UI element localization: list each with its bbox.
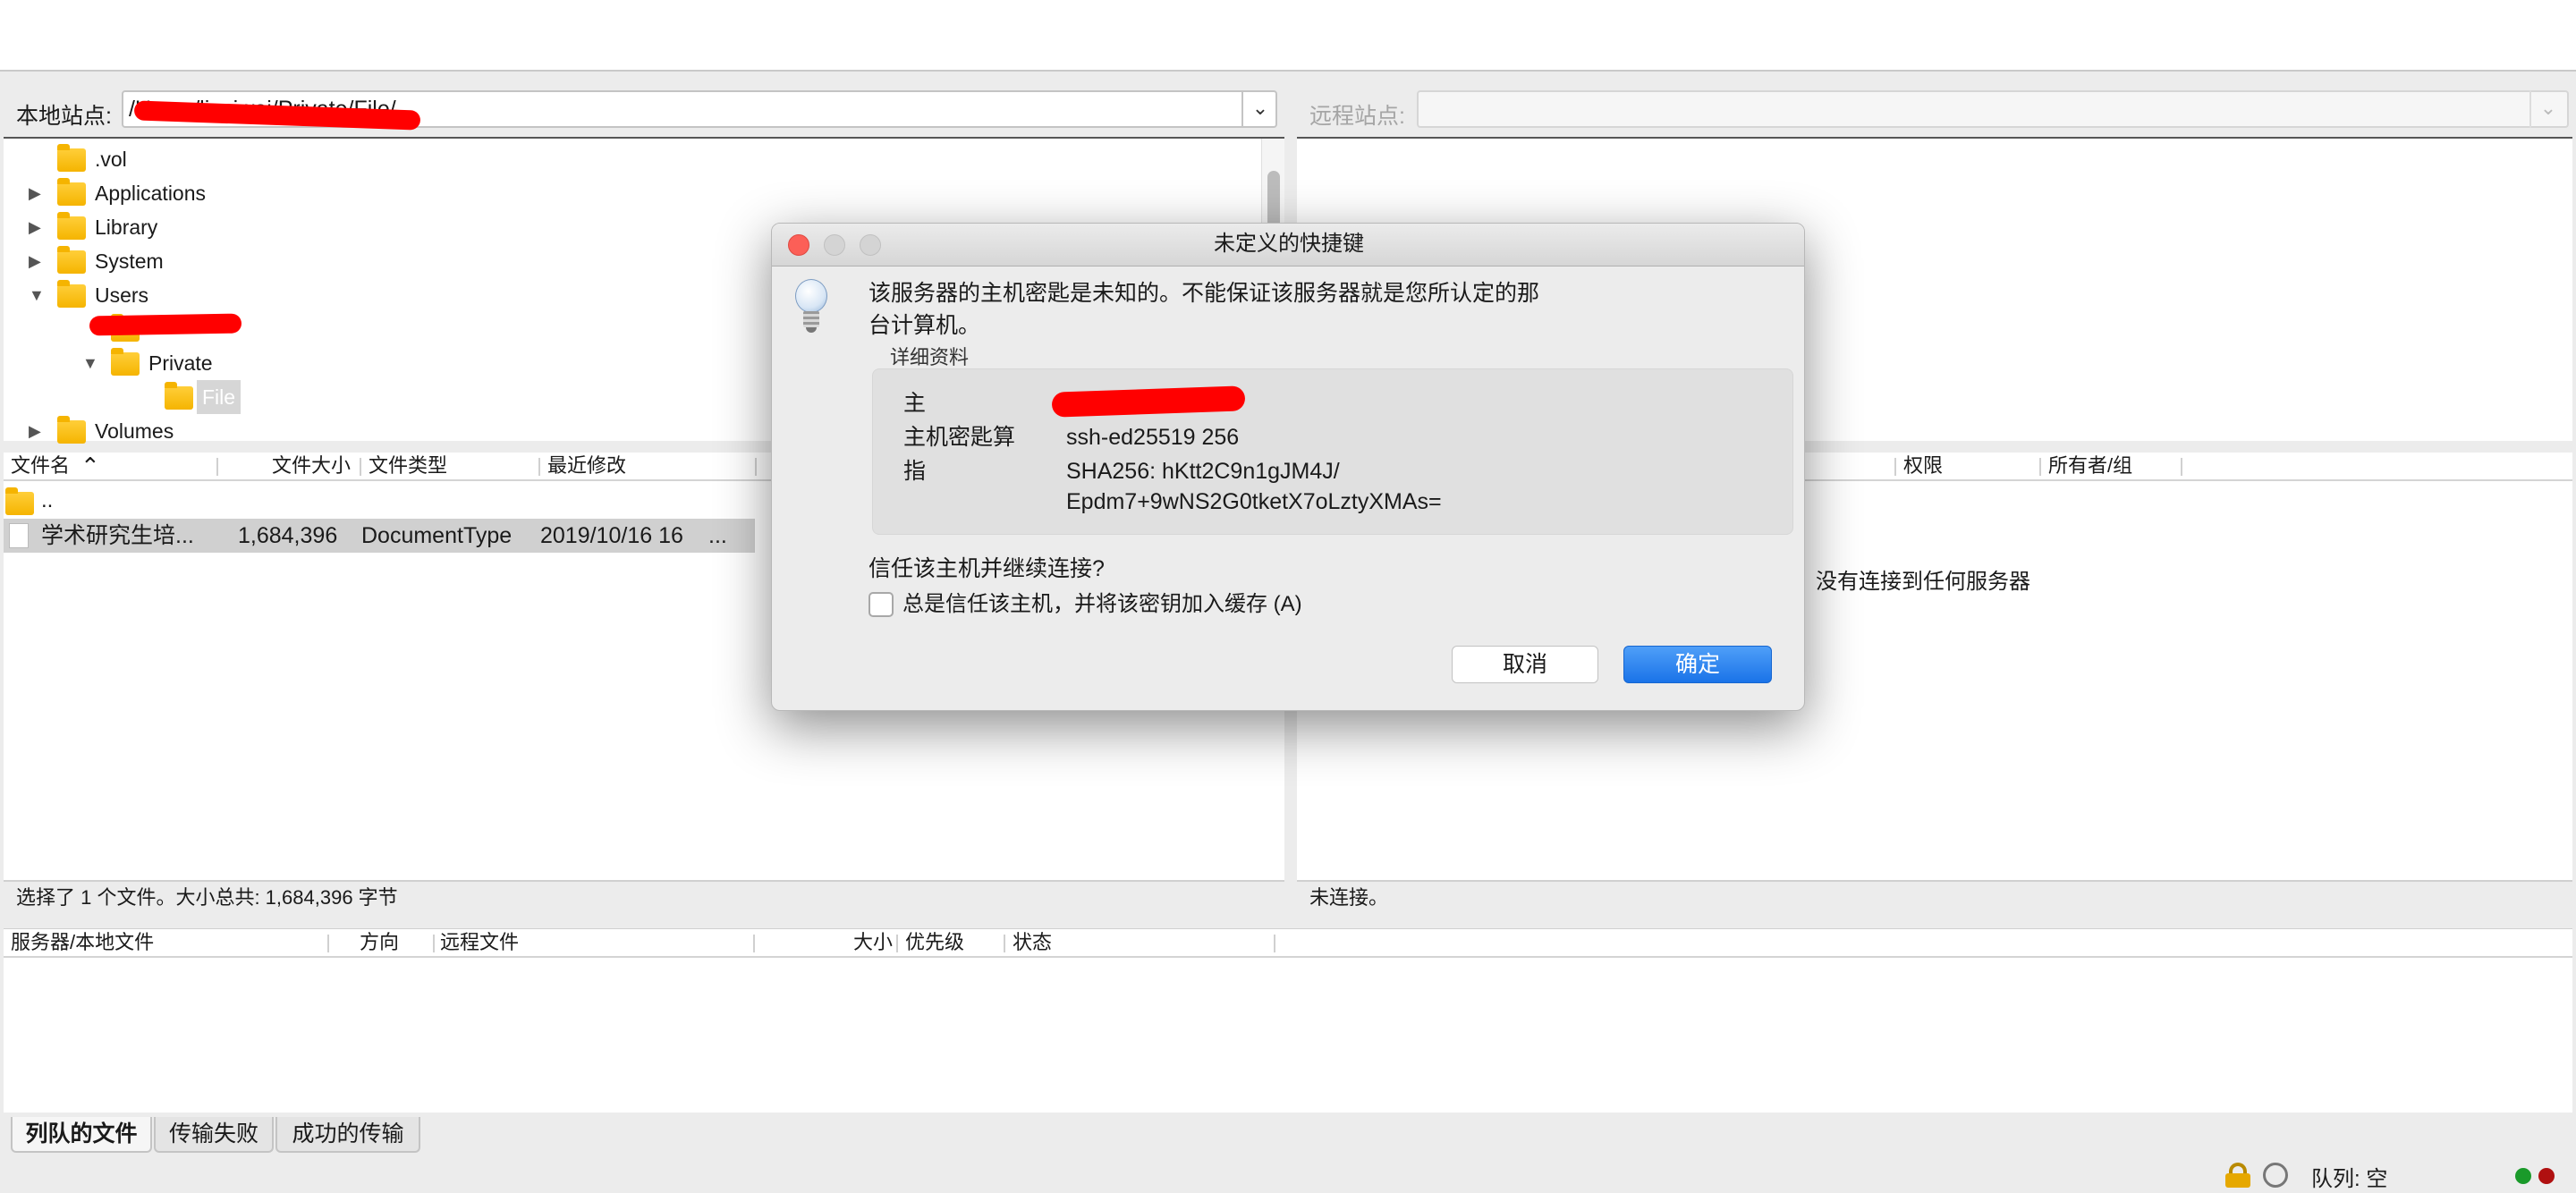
- folder-icon: [57, 280, 86, 308]
- trust-question: 信任该主机并继续连接?: [869, 556, 1105, 581]
- detail-key: 指: [903, 459, 927, 484]
- folder-icon: [57, 178, 86, 206]
- speed-limit-icon[interactable]: [2263, 1163, 2288, 1188]
- file-name: 学术研究生培...: [41, 523, 194, 548]
- local-site-label: 本地站点:: [16, 104, 112, 129]
- local-status-bar: 选择了 1 个文件。大小总共: 1,684,396 字节: [4, 880, 1284, 914]
- tree-item-label: Users: [95, 283, 149, 307]
- tab-failed-transfers[interactable]: 传输失败: [154, 1117, 274, 1153]
- file-extra: ...: [708, 523, 727, 548]
- remote-status-bar: 未连接。: [1297, 880, 2572, 914]
- redaction-mark: [1051, 385, 1246, 418]
- transfer-queue[interactable]: 服务器/本地文件 方向 远程文件 大小 优先级 状态: [4, 928, 2572, 1113]
- document-icon: [9, 523, 29, 548]
- file-size: 1,684,396: [238, 523, 338, 548]
- local-path-dropdown[interactable]: ⌄: [1241, 90, 1277, 128]
- detail-key: 主: [903, 391, 927, 416]
- column-header-status[interactable]: 状态: [1013, 929, 1052, 956]
- tree-item[interactable]: .vol: [4, 142, 1256, 176]
- remote-empty-message: 没有连接到任何服务器: [1816, 570, 2030, 594]
- dialog-message: 该服务器的主机密匙是未知的。不能保证该服务器就是您所认定的那 台计算机。: [869, 277, 1539, 342]
- disclosure-closed-icon[interactable]: ▶: [29, 244, 41, 278]
- file-row-parent[interactable]: ..: [4, 485, 755, 517]
- file-type: DocumentType: [361, 523, 513, 548]
- remote-site-label: 远程站点:: [1309, 104, 1405, 129]
- redaction-mark: [89, 313, 242, 336]
- remote-path-dropdown: ⌄: [2529, 90, 2565, 128]
- sort-ascending-icon: ⌃: [80, 453, 100, 479]
- receive-indicator-icon: [2515, 1168, 2531, 1184]
- always-trust-label: 总是信任该主机，并将该密钥加入缓存 (A): [902, 592, 1302, 616]
- message-log: [0, 0, 2576, 72]
- tree-item-label: Library: [95, 216, 158, 239]
- chevron-down-icon: ⌄: [1251, 97, 1269, 119]
- tree-item-label: .vol: [95, 148, 127, 171]
- dialog-title: 未定义的快捷键: [1214, 232, 1364, 256]
- disclosure-open-icon[interactable]: ▼: [82, 346, 98, 380]
- folder-icon: [111, 348, 140, 376]
- detail-key: 主机密匙算: [903, 425, 1016, 450]
- file-row-selected[interactable]: 学术研究生培... 1,684,396 DocumentType 2019/10…: [4, 519, 755, 553]
- dialog-message-line2: 台计算机。: [869, 313, 981, 338]
- tree-item-label: Private: [148, 351, 213, 375]
- column-header-size[interactable]: 大小: [853, 929, 893, 956]
- tree-item-label: File: [197, 380, 242, 414]
- chevron-down-icon: ⌄: [2539, 97, 2557, 119]
- column-header-modified[interactable]: 最近修改: [547, 453, 626, 479]
- column-header-size[interactable]: 文件大小: [272, 453, 351, 479]
- queue-header: 服务器/本地文件 方向 远程文件 大小 优先级 状态: [4, 929, 2572, 958]
- tab-queued-files[interactable]: 列队的文件: [11, 1117, 152, 1153]
- folder-icon: [5, 487, 34, 515]
- queue-status: 队列: 空: [2311, 1167, 2388, 1191]
- send-indicator-icon: [2538, 1168, 2555, 1184]
- column-header-local-file[interactable]: 服务器/本地文件: [11, 929, 154, 956]
- file-name: ..: [41, 488, 54, 512]
- column-header-type[interactable]: 文件类型: [369, 453, 447, 479]
- zoom-window-icon: [860, 234, 881, 256]
- disclosure-closed-icon[interactable]: ▶: [29, 414, 41, 448]
- column-header-name[interactable]: 文件名: [11, 453, 70, 479]
- always-trust-checkbox[interactable]: [869, 592, 894, 617]
- folder-icon: [57, 246, 86, 274]
- close-window-icon[interactable]: [788, 234, 809, 256]
- column-header-permissions[interactable]: 权限: [1903, 453, 1943, 479]
- column-header-owner[interactable]: 所有者/组: [2048, 453, 2132, 479]
- minimize-window-icon: [824, 234, 845, 256]
- disclosure-closed-icon[interactable]: ▶: [29, 176, 41, 210]
- tree-item-label: System: [95, 250, 164, 273]
- detail-value: SHA256: hKtt2C9n1gJM4J/: [1066, 459, 1340, 484]
- tree-item[interactable]: ▶ Applications: [4, 176, 1256, 210]
- folder-icon: [57, 144, 86, 172]
- file-modified: 2019/10/16 16: [540, 523, 683, 548]
- disclosure-open-icon[interactable]: ▼: [29, 278, 45, 312]
- column-header-remote-file[interactable]: 远程文件: [440, 929, 519, 956]
- host-key-dialog: 未定义的快捷键 该服务器的主机密匙是未知的。不能保证该服务器就是您所认定的那 台…: [771, 223, 1805, 711]
- detail-value: ssh-ed25519 256: [1066, 425, 1240, 450]
- lightbulb-icon: [792, 279, 831, 338]
- folder-icon: [57, 212, 86, 240]
- details-box: 主 1 主机密匙算 ssh-ed25519 256 指 SHA256: hKtt…: [872, 368, 1793, 535]
- column-header-direction[interactable]: 方向: [360, 929, 399, 956]
- folder-icon: [165, 382, 193, 410]
- tree-item-label: Volumes: [95, 419, 174, 443]
- tab-successful-transfers[interactable]: 成功的传输: [275, 1117, 420, 1153]
- disclosure-closed-icon[interactable]: ▶: [29, 210, 41, 244]
- cancel-button[interactable]: 取消: [1452, 646, 1598, 683]
- dialog-title-bar: 未定义的快捷键: [772, 224, 1804, 267]
- tree-item-label: Applications: [95, 182, 207, 205]
- dialog-message-line1: 该服务器的主机密匙是未知的。不能保证该服务器就是您所认定的那: [869, 281, 1540, 306]
- folder-icon: [57, 416, 86, 444]
- details-label: 详细资料: [890, 346, 970, 368]
- column-header-priority[interactable]: 优先级: [905, 929, 964, 956]
- ok-button[interactable]: 确定: [1623, 646, 1772, 683]
- lock-icon: [2225, 1163, 2250, 1188]
- remote-path-input: [1417, 90, 2569, 128]
- detail-value: Epdm7+9wNS2G0tketX7oLztyXMAs=: [1066, 489, 1442, 514]
